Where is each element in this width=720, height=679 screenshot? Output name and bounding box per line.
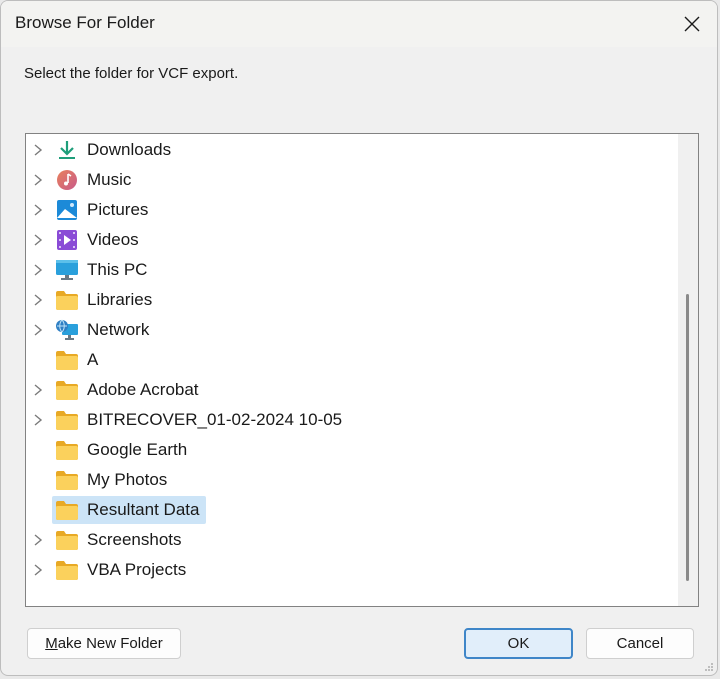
chevron-right-icon[interactable] bbox=[31, 562, 45, 578]
tree-item-label: My Photos bbox=[87, 470, 168, 489]
resize-grip-icon[interactable] bbox=[704, 662, 714, 672]
folder-icon bbox=[54, 408, 80, 432]
folder-icon bbox=[54, 438, 80, 462]
folder-icon bbox=[54, 528, 80, 552]
folder-icon bbox=[54, 288, 80, 312]
chevron-right-icon[interactable] bbox=[31, 232, 45, 248]
folder-icon bbox=[54, 348, 80, 372]
chevron-right-icon[interactable] bbox=[31, 292, 45, 308]
vertical-scrollbar[interactable] bbox=[678, 134, 698, 606]
cancel-button[interactable]: Cancel bbox=[586, 628, 694, 659]
folder-icon bbox=[54, 468, 80, 492]
tree-item-label: Videos bbox=[87, 230, 139, 249]
network-icon bbox=[54, 318, 80, 342]
tree-item[interactable]: Downloads bbox=[26, 135, 672, 165]
tree-item[interactable]: Adobe Acrobat bbox=[26, 375, 672, 405]
dialog-title: Browse For Folder bbox=[15, 13, 155, 32]
tree-item[interactable]: VBA Projects bbox=[26, 555, 672, 585]
computer-icon bbox=[54, 258, 80, 282]
folder-tree[interactable]: Downloads Music Pictures Videos This PC Libra… bbox=[25, 133, 699, 607]
tree-item-label: VBA Projects bbox=[87, 560, 187, 579]
tree-item[interactable]: Network bbox=[26, 315, 672, 345]
tree-item-label: Libraries bbox=[87, 290, 153, 309]
tree-item[interactable]: Google Earth bbox=[26, 435, 672, 465]
tree-item[interactable]: Music bbox=[26, 165, 672, 195]
chevron-right-icon[interactable] bbox=[31, 322, 45, 338]
tree-item[interactable]: A bbox=[26, 345, 672, 375]
chevron-right-icon[interactable] bbox=[31, 412, 45, 428]
folder-icon bbox=[54, 498, 80, 522]
title-bar: Browse For Folder bbox=[1, 1, 717, 47]
tree-item[interactable]: Pictures bbox=[26, 195, 672, 225]
pictures-icon bbox=[54, 198, 80, 222]
folder-icon bbox=[54, 378, 80, 402]
make-new-folder-label: ake New Folder bbox=[57, 635, 163, 652]
videos-icon bbox=[54, 228, 80, 252]
dialog-prompt: Select the folder for VCF export. bbox=[24, 65, 239, 82]
chevron-right-icon[interactable] bbox=[31, 202, 45, 218]
chevron-right-icon[interactable] bbox=[31, 172, 45, 188]
tree-item-label: Google Earth bbox=[87, 440, 188, 459]
tree-item-label: Network bbox=[87, 320, 150, 339]
ok-button[interactable]: OK bbox=[464, 628, 573, 659]
make-new-folder-button[interactable]: Make New Folder bbox=[27, 628, 181, 659]
download-icon bbox=[54, 138, 80, 162]
close-icon bbox=[684, 16, 700, 32]
chevron-right-icon[interactable] bbox=[31, 262, 45, 278]
tree-item-label: Music bbox=[87, 170, 132, 189]
tree-item-label: Screenshots bbox=[87, 530, 182, 549]
tree-item-label: Downloads bbox=[87, 140, 172, 159]
music-icon bbox=[54, 168, 80, 192]
tree-item[interactable]: Screenshots bbox=[26, 525, 672, 555]
tree-item-label: Resultant Data bbox=[87, 500, 200, 519]
scrollbar-thumb[interactable] bbox=[686, 294, 689, 581]
chevron-right-icon[interactable] bbox=[31, 142, 45, 158]
tree-item-label: Pictures bbox=[87, 200, 149, 219]
chevron-right-icon[interactable] bbox=[31, 382, 45, 398]
tree-item[interactable]: Libraries bbox=[26, 285, 672, 315]
close-button[interactable] bbox=[677, 9, 707, 39]
mnemonic-letter: M bbox=[45, 635, 58, 652]
folder-icon bbox=[54, 558, 80, 582]
tree-item[interactable]: BITRECOVER_01-02-2024 10-05 bbox=[26, 405, 672, 435]
tree-item[interactable]: Videos bbox=[26, 225, 672, 255]
tree-item-label: Adobe Acrobat bbox=[87, 380, 199, 399]
tree-item-label: A bbox=[87, 350, 99, 369]
tree-item[interactable]: My Photos bbox=[26, 465, 672, 495]
folder-tree-list: Downloads Music Pictures Videos This PC Libra… bbox=[26, 135, 672, 585]
tree-item[interactable]: This PC bbox=[26, 255, 672, 285]
browse-for-folder-dialog: Browse For Folder Select the folder for … bbox=[0, 0, 718, 676]
tree-item[interactable]: Resultant Data bbox=[26, 495, 672, 525]
chevron-right-icon[interactable] bbox=[31, 532, 45, 548]
tree-item-label: BITRECOVER_01-02-2024 10-05 bbox=[87, 410, 343, 429]
tree-item-label: This PC bbox=[87, 260, 148, 279]
